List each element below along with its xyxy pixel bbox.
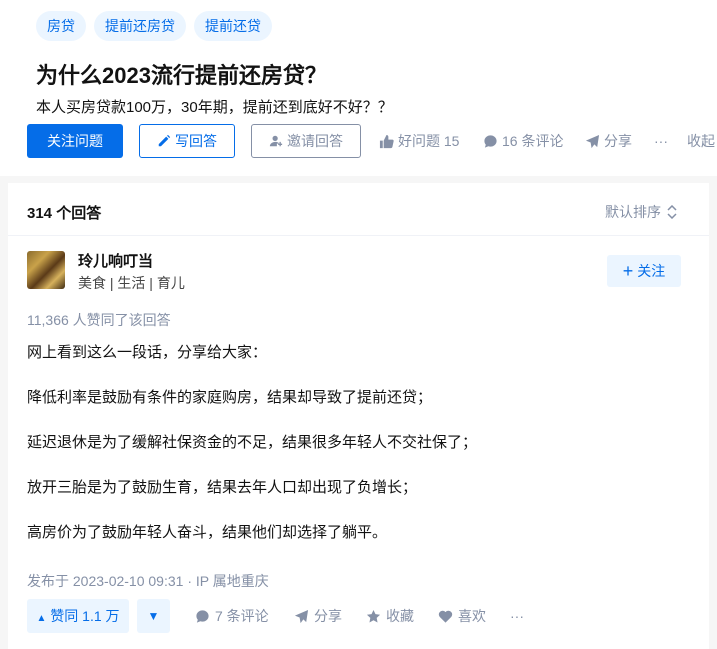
follow-author-button[interactable]: + 关注 xyxy=(607,255,681,287)
more-icon: ··· xyxy=(510,608,524,624)
collapse-label: 收起 xyxy=(687,133,715,149)
topic-tag[interactable]: 提前还房贷 xyxy=(94,11,186,41)
thumbs-up-icon xyxy=(379,134,394,148)
author-name[interactable]: 玲儿响叮当 xyxy=(78,250,153,271)
share-icon xyxy=(585,134,600,148)
like-label: 喜欢 xyxy=(458,608,486,624)
topic-tag[interactable]: 提前还贷 xyxy=(194,11,272,41)
question-share-button[interactable]: 分享 xyxy=(585,124,632,158)
share-icon xyxy=(294,609,309,623)
more-button[interactable]: ··· xyxy=(654,124,668,158)
collect-label: 收藏 xyxy=(386,608,414,624)
upvote-button[interactable]: ▲ 赞同 1.1 万 xyxy=(27,599,129,633)
publish-info: 发布于 2023-02-10 09:31 · IP 属地重庆 xyxy=(27,573,269,589)
downvote-icon: ▼ xyxy=(147,609,160,623)
plus-icon: + xyxy=(622,261,634,281)
star-icon xyxy=(366,609,381,622)
more-icon: ··· xyxy=(654,133,668,149)
answer-share-button[interactable]: 分享 xyxy=(294,599,342,633)
answer-paragraph: 延迟退休是为了缓解社保资金的不足，结果很多年轻人不交社保了； xyxy=(27,434,478,451)
answer-comments-button[interactable]: 7 条评论 xyxy=(195,599,269,633)
question-share-label: 分享 xyxy=(604,133,632,149)
upvote-triangle-icon: ▲ xyxy=(36,613,47,624)
answer-comments-label: 7 条评论 xyxy=(215,608,269,624)
question-actions: 关注问题 写回答 邀请回答 好问题 15 16 条评论 分享 ··· 收起 xyxy=(27,124,717,160)
heart-icon xyxy=(438,610,453,623)
invite-user-icon xyxy=(269,135,283,147)
topic-tag[interactable]: 房贷 xyxy=(36,11,86,41)
good-question-button[interactable]: 好问题 15 xyxy=(379,124,459,158)
author-tags: 美食 | 生活 | 育儿 xyxy=(78,275,185,291)
question-description: 本人买房贷款100万，30年期，提前还到底好不好？？ xyxy=(36,99,393,116)
downvote-button[interactable]: ▼ xyxy=(137,599,170,633)
topic-list: 房贷 提前还房贷 提前还贷 xyxy=(36,11,272,41)
like-button[interactable]: 喜欢 xyxy=(438,599,486,633)
answer-list: 314 个回答 默认排序 玲儿响叮当 美食 | 生活 | 育儿 + 关注 11,… xyxy=(8,183,709,649)
comment-icon xyxy=(196,609,209,623)
approval-count: 11,366 人赞同了该回答 xyxy=(27,312,171,328)
answer-more-button[interactable]: ··· xyxy=(510,599,524,633)
write-answer-label: 写回答 xyxy=(175,133,217,149)
invite-answer-button[interactable]: 邀请回答 xyxy=(251,124,361,158)
question-comments-button[interactable]: 16 条评论 xyxy=(483,124,563,158)
good-question-label: 好问题 15 xyxy=(398,133,460,149)
answer-count: 314 个回答 xyxy=(27,205,102,222)
upvote-label: 赞同 1.1 万 xyxy=(50,608,120,624)
follow-author-label: 关注 xyxy=(637,263,666,279)
write-answer-button[interactable]: 写回答 xyxy=(139,124,235,158)
follow-question-button[interactable]: 关注问题 xyxy=(27,124,123,158)
answer-share-label: 分享 xyxy=(314,608,342,624)
pencil-icon xyxy=(158,134,171,147)
answer-paragraph: 降低利率是鼓励有条件的家庭购房，结果却导致了提前还贷； xyxy=(27,389,433,406)
sort-label: 默认排序 xyxy=(605,204,661,220)
follow-question-label: 关注问题 xyxy=(47,133,103,149)
divider xyxy=(8,235,709,236)
question-header: 房贷 提前还房贷 提前还贷 为什么2023流行提前还房贷？ 本人买房贷款100万… xyxy=(0,0,717,176)
collapse-button[interactable]: 收起 xyxy=(687,124,715,158)
answer-paragraph: 网上看到这么一段话，分享给大家： xyxy=(27,344,268,361)
avatar[interactable] xyxy=(27,251,65,289)
sort-chevron-icon xyxy=(667,205,677,219)
answer-paragraph: 放开三胎是为了鼓励生育，结果去年人口却出现了负增长； xyxy=(27,479,418,496)
sort-dropdown[interactable]: 默认排序 xyxy=(605,202,677,222)
question-comments-label: 16 条评论 xyxy=(502,133,564,149)
question-title: 为什么2023流行提前还房贷？ xyxy=(36,63,327,88)
answer-paragraph: 高房价为了鼓励年轻人奋斗，结果他们却选择了躺平。 xyxy=(27,524,388,541)
comment-icon xyxy=(484,134,497,148)
collect-button[interactable]: 收藏 xyxy=(366,599,414,633)
invite-answer-label: 邀请回答 xyxy=(287,133,343,149)
